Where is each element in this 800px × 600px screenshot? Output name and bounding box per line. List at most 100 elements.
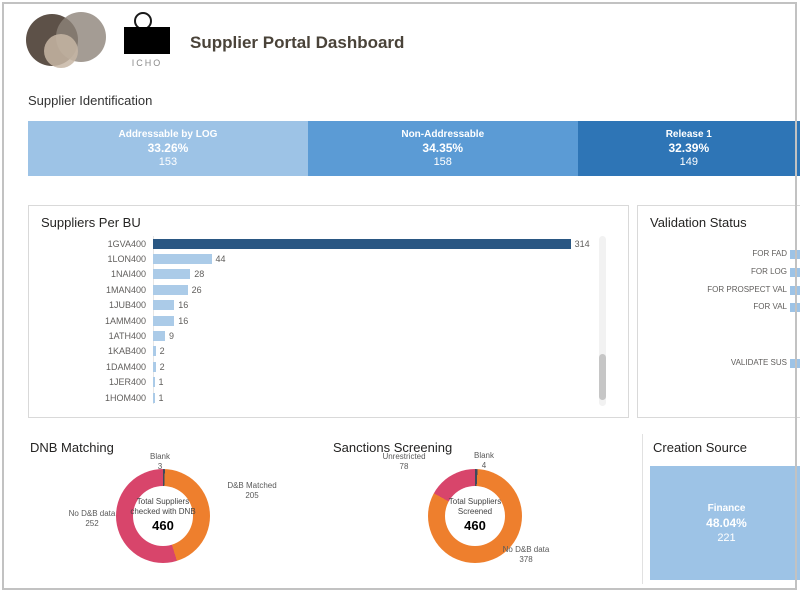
- bar[interactable]: [153, 316, 174, 326]
- segment-label: Addressable by LOG: [118, 129, 217, 140]
- validation-row: FOR FAD: [638, 248, 800, 260]
- category-label: 1LON400: [41, 254, 153, 264]
- dashboard-page: ICHO Supplier Portal Dashboard Supplier …: [0, 0, 800, 600]
- slice-label: Blank: [462, 451, 506, 461]
- value-label: 1: [159, 393, 164, 403]
- validation-row: FOR LOG: [638, 266, 800, 278]
- scrollbar-thumb[interactable]: [599, 354, 606, 400]
- slice-label: Unrestricted: [370, 452, 438, 462]
- category-label: FOR PROSPECT VAL: [707, 285, 787, 294]
- bar[interactable]: [790, 268, 800, 277]
- bar-row: 1JUB400 16: [29, 298, 628, 313]
- stacked-segment-release-1[interactable]: Release 1 32.39% 149: [578, 121, 800, 176]
- bar[interactable]: [153, 254, 212, 264]
- center-label: Total Suppliers: [116, 497, 210, 507]
- bar-row: 1ATH400 9: [29, 328, 628, 343]
- slice-value: 3: [138, 462, 182, 472]
- supplier-identification-stacked-bar: Addressable by LOG 33.26% 153 Non-Addres…: [28, 121, 800, 176]
- segment-label: Non-Addressable: [401, 129, 484, 140]
- logo-circle-tan: [44, 34, 78, 68]
- bar-row: 1NAI400 28: [29, 267, 628, 282]
- segment-count: 153: [159, 156, 177, 168]
- validation-status-panel: Validation Status FOR FAD FOR LOG FOR PR…: [637, 205, 800, 418]
- bar-row: 1AMM400 16: [29, 313, 628, 328]
- tile-count: 221: [717, 532, 735, 544]
- center-total: 460: [116, 518, 210, 534]
- dnb-matching-title: DNB Matching: [30, 440, 114, 455]
- category-label: 1MAN400: [41, 285, 153, 295]
- value-label: 44: [216, 254, 226, 264]
- sanctions-callout-no-data: No D&B data 378: [492, 545, 560, 566]
- slice-value: 378: [492, 555, 560, 565]
- center-label: Screened: [428, 507, 522, 517]
- sanctions-donut-center: Total Suppliers Screened 460: [428, 497, 522, 534]
- bar[interactable]: [153, 285, 188, 295]
- vertical-scrollbar[interactable]: [599, 236, 606, 406]
- bar-row: 1JER400 1: [29, 375, 628, 390]
- value-label: 2: [160, 362, 165, 372]
- value-label: 1: [159, 377, 164, 387]
- bar-row: 1DAM400 2: [29, 359, 628, 374]
- dnb-callout-blank: Blank 3: [138, 452, 182, 473]
- treemap-tile-finance[interactable]: Finance 48.04% 221: [650, 466, 800, 580]
- category-label: 1NAI400: [41, 269, 153, 279]
- supplier-identification-section-title: Supplier Identification: [28, 93, 152, 108]
- segment-label: Release 1: [666, 129, 712, 140]
- validation-row: FOR VAL: [638, 301, 800, 313]
- bar[interactable]: [790, 286, 800, 295]
- value-label: 16: [178, 300, 188, 310]
- slice-value: 205: [214, 491, 290, 501]
- value-label: 314: [575, 239, 590, 249]
- slice-label: No D&B data: [492, 545, 560, 555]
- center-total: 460: [428, 518, 522, 534]
- bar-row: 1KAB400 2: [29, 344, 628, 359]
- category-label: 1DAM400: [41, 362, 153, 372]
- page-title: Supplier Portal Dashboard: [190, 33, 404, 53]
- value-label: 16: [178, 316, 188, 326]
- bar-row: 1HOM400 1: [29, 390, 628, 405]
- tile-percent: 48.04%: [706, 516, 747, 530]
- bar[interactable]: [790, 250, 800, 259]
- bar[interactable]: [153, 269, 190, 279]
- org-logo: ICHO: [18, 12, 178, 74]
- bar-row: 1LON400 44: [29, 251, 628, 266]
- slice-value: 252: [60, 519, 124, 529]
- bar-row: 1MAN400 26: [29, 282, 628, 297]
- category-label: FOR LOG: [751, 267, 787, 276]
- center-label: Total Suppliers: [428, 497, 522, 507]
- slice-value: 78: [370, 462, 438, 472]
- bar[interactable]: [153, 239, 571, 249]
- dnb-callout-no-data: No D&B data 252: [60, 509, 124, 530]
- stacked-segment-addressable-by-log[interactable]: Addressable by LOG 33.26% 153: [28, 121, 308, 176]
- tile-label: Finance: [708, 503, 746, 514]
- suppliers-per-bu-panel: Suppliers Per BU 1GVA400 314 1LON400 44 …: [28, 205, 629, 418]
- bar[interactable]: [153, 300, 174, 310]
- center-label: checked with DNB: [116, 507, 210, 517]
- validation-row: FOR PROSPECT VAL: [638, 284, 800, 296]
- slice-label: No D&B data: [60, 509, 124, 519]
- panel-divider: [642, 434, 643, 584]
- segment-percent: 34.35%: [422, 141, 463, 155]
- dnb-donut-center: Total Suppliers checked with DNB 460: [116, 497, 210, 534]
- bar[interactable]: [790, 303, 800, 312]
- bar[interactable]: [790, 359, 800, 368]
- category-label: FOR VAL: [753, 302, 787, 311]
- category-label: 1ATH400: [41, 331, 153, 341]
- bar[interactable]: [153, 377, 155, 387]
- segment-count: 158: [434, 156, 452, 168]
- category-label: 1JER400: [41, 377, 153, 387]
- stacked-segment-non-addressable[interactable]: Non-Addressable 34.35% 158: [308, 121, 578, 176]
- suppliers-per-bu-chart: 1GVA400 314 1LON400 44 1NAI400 28 1MAN40…: [29, 236, 628, 408]
- category-label: VALIDATE SUS: [731, 358, 787, 367]
- bar[interactable]: [153, 346, 156, 356]
- slice-label: Blank: [138, 452, 182, 462]
- bar[interactable]: [153, 393, 155, 403]
- slice-label: D&B Matched: [214, 481, 290, 491]
- validation-row: VALIDATE SUS: [638, 357, 800, 369]
- logo-caption: ICHO: [124, 58, 170, 68]
- creation-source-treemap: Finance 48.04% 221: [650, 466, 800, 580]
- bar[interactable]: [153, 362, 156, 372]
- segment-percent: 33.26%: [148, 141, 189, 155]
- bar[interactable]: [153, 331, 165, 341]
- creation-source-title: Creation Source: [653, 440, 747, 455]
